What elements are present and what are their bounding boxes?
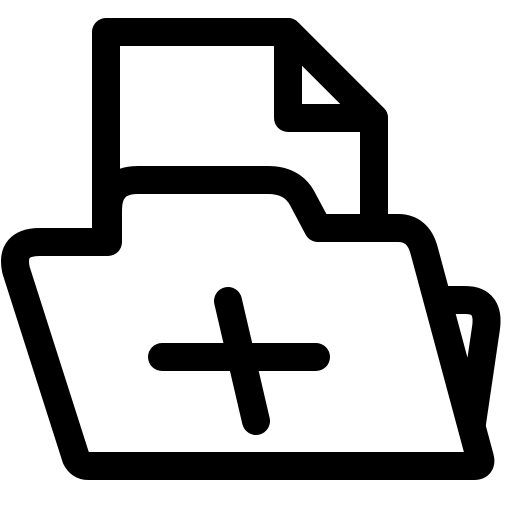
icon-canvas [0,0,512,512]
add-file-to-folder-icon [1,18,501,480]
document-page-corner [274,18,388,132]
